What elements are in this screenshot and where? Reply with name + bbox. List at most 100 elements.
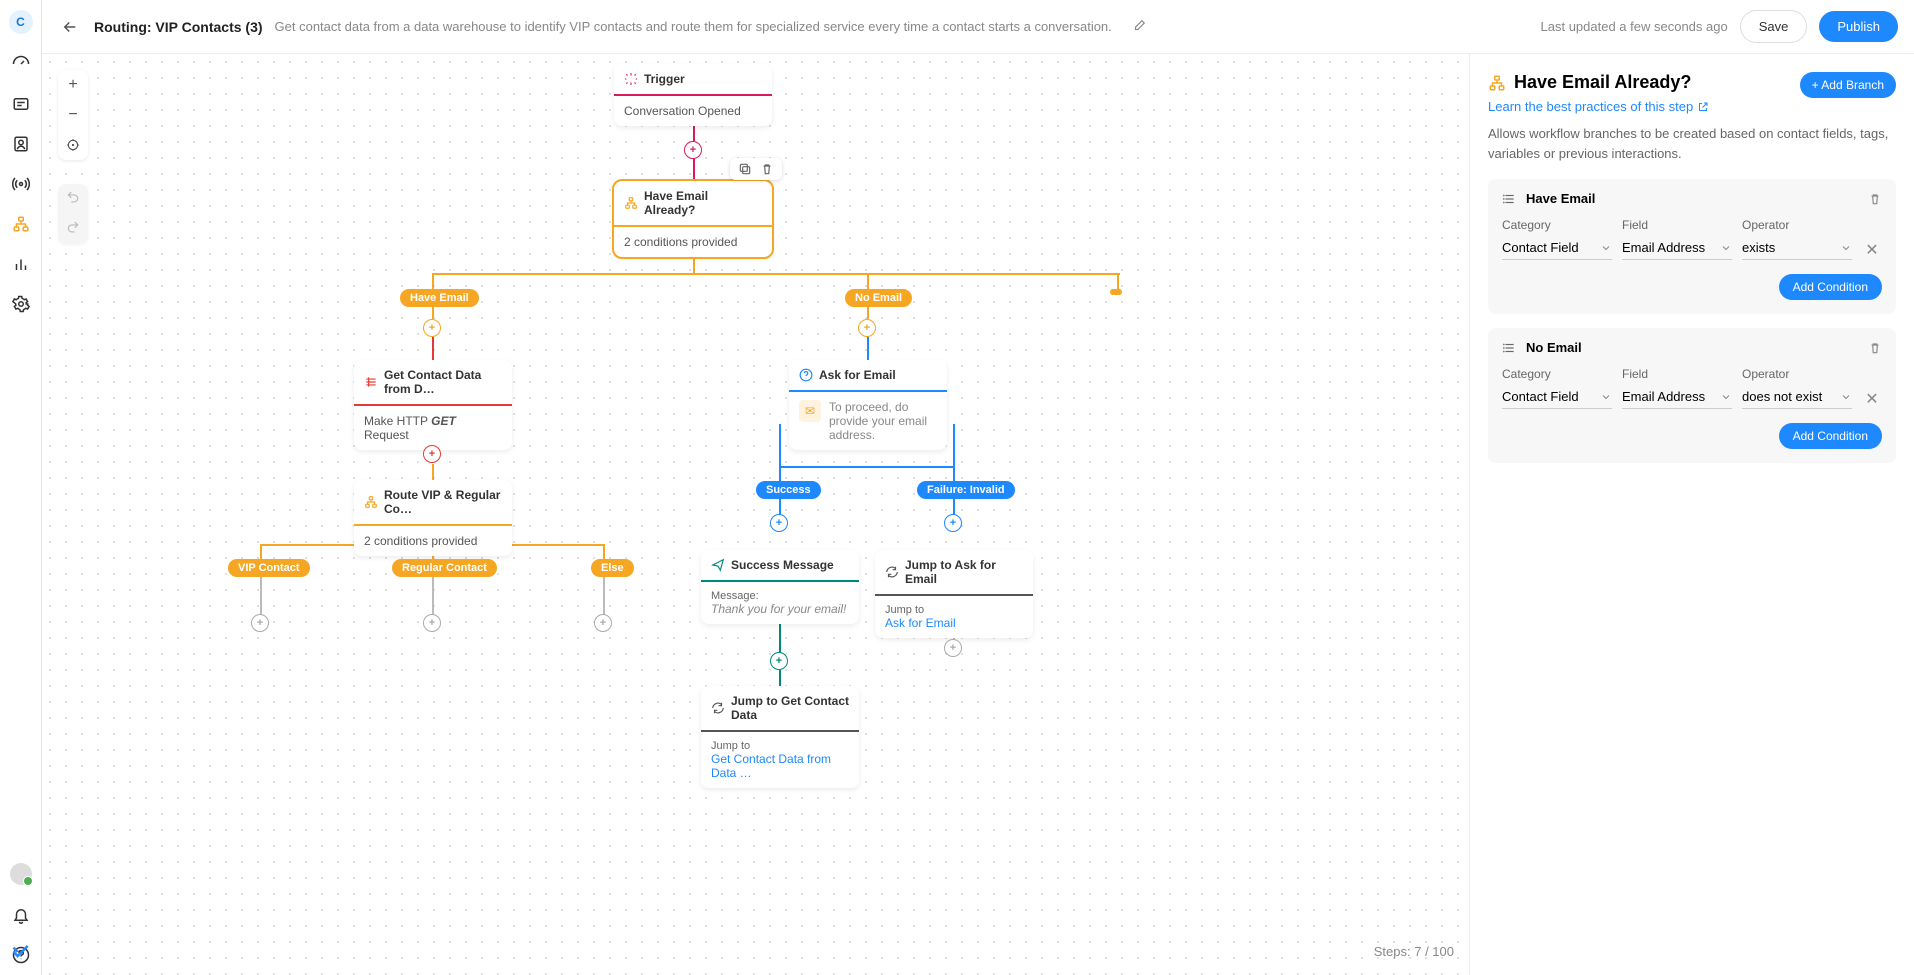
copy-icon[interactable] <box>738 162 752 176</box>
settings-icon[interactable] <box>11 294 31 314</box>
redo-button[interactable] <box>58 214 88 244</box>
message-node[interactable]: Success Message Message:Thank you for yo… <box>701 550 859 624</box>
branch-node-route-vip[interactable]: Route VIP & Regular Co… 2 conditions pro… <box>354 480 512 556</box>
workflow-description: Get contact data from a data warehouse t… <box>275 19 1112 34</box>
chevron-down-icon <box>1600 242 1612 254</box>
node-title: Success Message <box>731 558 834 572</box>
zoom-out-button[interactable]: − <box>58 100 88 130</box>
add-step-button[interactable]: + <box>423 614 441 632</box>
node-title: Trigger <box>644 72 685 86</box>
branch-name: Have Email <box>1526 191 1858 206</box>
add-step-button[interactable]: + <box>423 319 441 337</box>
external-link-icon <box>1697 101 1709 113</box>
http-node[interactable]: Get Contact Data from D… Make HTTP GET R… <box>354 360 512 450</box>
node-title: Ask for Email <box>819 368 896 382</box>
zoom-in-button[interactable]: + <box>58 70 88 100</box>
add-step-button[interactable]: + <box>594 614 612 632</box>
spark-icon <box>624 72 638 86</box>
topbar: Routing: VIP Contacts (3) Get contact da… <box>42 0 1914 54</box>
operator-select[interactable]: does not exist <box>1742 385 1852 409</box>
brand-logo[interactable] <box>11 941 31 961</box>
reports-icon[interactable] <box>11 254 31 274</box>
operator-select[interactable]: exists <box>1742 236 1852 260</box>
notifications-icon[interactable] <box>11 905 31 925</box>
contacts-icon[interactable] <box>11 134 31 154</box>
chevron-down-icon <box>1600 391 1612 403</box>
add-step-button[interactable]: + <box>684 141 702 159</box>
add-step-button[interactable]: + <box>944 514 962 532</box>
step-config-panel: Have Email Already? Learn the best pract… <box>1469 54 1914 975</box>
http-icon <box>364 375 378 389</box>
field-select[interactable]: Email Address <box>1622 385 1732 409</box>
workflow-canvas[interactable]: + − <box>42 54 1469 975</box>
panel-description: Allows workflow branches to be created b… <box>1488 124 1896 163</box>
chevron-down-icon <box>1840 242 1852 254</box>
jump-icon <box>885 565 899 579</box>
messages-icon[interactable] <box>11 94 31 114</box>
jump-icon <box>711 701 725 715</box>
category-select[interactable]: Contact Field <box>1502 236 1612 260</box>
branch-pill-vip[interactable]: VIP Contact <box>228 559 310 577</box>
chevron-down-icon <box>1720 391 1732 403</box>
edit-icon[interactable] <box>1132 19 1148 35</box>
node-title: Route VIP & Regular Co… <box>384 488 502 516</box>
delete-icon[interactable] <box>760 162 774 176</box>
branch-card: No Email Category Contact Field Field Em… <box>1488 328 1896 463</box>
node-actions <box>730 158 782 180</box>
branch-pill-else[interactable]: Else <box>591 559 634 577</box>
add-branch-button[interactable]: + Add Branch <box>1800 72 1896 98</box>
jump-node-ask[interactable]: Jump to Ask for Email Jump toAsk for Ema… <box>875 550 1033 638</box>
branch-pill-no-email[interactable]: No Email <box>845 289 912 307</box>
workspace-logo[interactable]: C <box>9 10 33 34</box>
back-button[interactable] <box>58 15 82 39</box>
branch-pill-failure[interactable]: Failure: Invalid <box>917 481 1015 499</box>
add-step-button[interactable]: + <box>770 652 788 670</box>
add-step-button[interactable]: + <box>770 514 788 532</box>
node-title: Get Contact Data from D… <box>384 368 502 396</box>
dashboard-icon[interactable] <box>11 54 31 74</box>
chevron-down-icon <box>1720 242 1732 254</box>
node-title: Have Email Already? <box>644 189 762 217</box>
node-body: 2 conditions provided <box>614 227 772 257</box>
ask-node[interactable]: Ask for Email ✉To proceed, do provide yo… <box>789 360 947 450</box>
jump-node-get-contact[interactable]: Jump to Get Contact Data Jump toGet Cont… <box>701 686 859 788</box>
list-icon <box>1502 192 1516 206</box>
zoom-controls: + − <box>58 70 88 160</box>
branch-card: Have Email Category Contact Field Field … <box>1488 179 1896 314</box>
steps-counter: Steps: 7 / 100 <box>1374 944 1454 959</box>
workflows-icon[interactable] <box>11 214 31 234</box>
delete-branch-icon[interactable] <box>1868 192 1882 206</box>
save-button[interactable]: Save <box>1740 10 1808 43</box>
add-step-button[interactable]: + <box>944 639 962 657</box>
send-icon <box>711 558 725 572</box>
branch-pill-success[interactable]: Success <box>756 481 821 499</box>
node-body: 2 conditions provided <box>354 526 512 556</box>
recenter-button[interactable] <box>58 130 88 160</box>
add-step-button[interactable]: + <box>858 319 876 337</box>
add-step-button[interactable]: + <box>251 614 269 632</box>
broadcast-icon[interactable] <box>11 174 31 194</box>
branch-icon <box>624 196 638 210</box>
user-avatar[interactable] <box>10 863 32 885</box>
panel-title: Have Email Already? <box>1514 72 1691 93</box>
branch-node-have-email[interactable]: Have Email Already? 2 conditions provide… <box>614 181 772 257</box>
branch-pill-regular[interactable]: Regular Contact <box>392 559 497 577</box>
remove-condition-button[interactable]: ✕ <box>1862 240 1882 260</box>
branch-pill-overflow[interactable] <box>1110 289 1122 295</box>
branch-icon <box>1488 74 1506 92</box>
branch-icon <box>364 495 378 509</box>
add-step-button[interactable]: + <box>423 445 441 463</box>
add-condition-button[interactable]: Add Condition <box>1779 423 1882 449</box>
branch-pill-have-email[interactable]: Have Email <box>400 289 479 307</box>
undo-button[interactable] <box>58 184 88 214</box>
publish-button[interactable]: Publish <box>1819 11 1898 42</box>
question-icon <box>799 368 813 382</box>
category-select[interactable]: Contact Field <box>1502 385 1612 409</box>
learn-link[interactable]: Learn the best practices of this step <box>1488 99 1709 114</box>
field-select[interactable]: Email Address <box>1622 236 1732 260</box>
mail-icon: ✉ <box>799 400 821 422</box>
delete-branch-icon[interactable] <box>1868 341 1882 355</box>
add-condition-button[interactable]: Add Condition <box>1779 274 1882 300</box>
remove-condition-button[interactable]: ✕ <box>1862 389 1882 409</box>
trigger-node[interactable]: Trigger Conversation Opened <box>614 64 772 126</box>
